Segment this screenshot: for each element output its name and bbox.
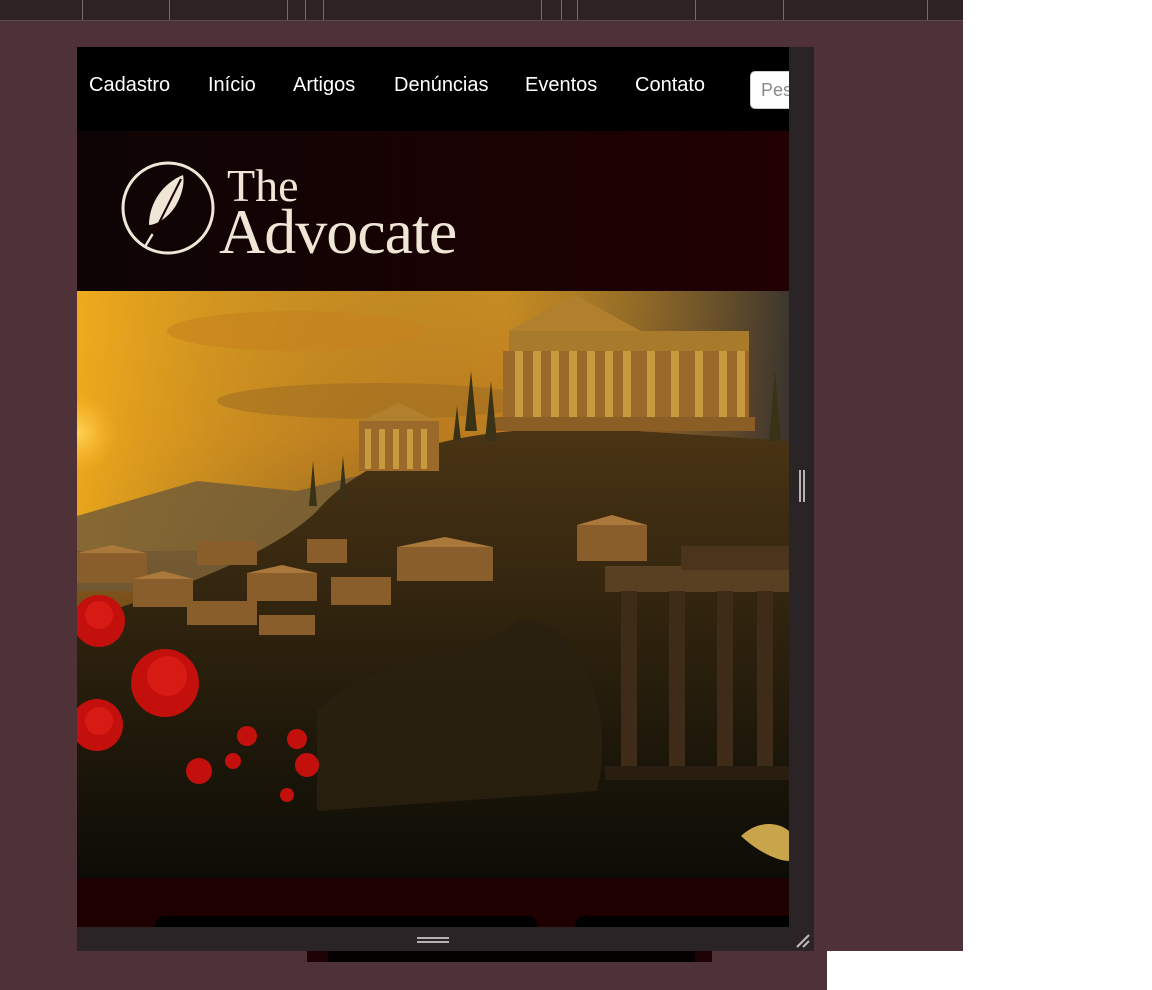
- hero-illustration: [77, 291, 789, 878]
- toolbar-divider: [927, 0, 928, 20]
- nav-link-denuncias[interactable]: Denúncias: [394, 73, 489, 97]
- toolbar-divider: [577, 0, 578, 20]
- site-viewport: Cadastro Início Artigos Denúncias Evento…: [77, 47, 789, 927]
- nav-link-eventos[interactable]: Eventos: [525, 73, 597, 97]
- toolbar-divider: [323, 0, 324, 20]
- nav-link-artigos[interactable]: Artigos: [293, 73, 355, 97]
- logo-text-advocate: Advocate: [219, 196, 457, 267]
- toolbar-divider: [169, 0, 170, 20]
- site-logo[interactable]: The Advocate: [119, 159, 519, 267]
- nav-link-cadastro[interactable]: Cadastro: [89, 73, 170, 97]
- nav-link-inicio[interactable]: Início: [208, 73, 256, 97]
- vertical-drag-handle[interactable]: [799, 470, 805, 502]
- top-toolbar-strip: [0, 0, 963, 21]
- feather-quill-icon: [121, 161, 215, 255]
- hero-image: [77, 291, 789, 878]
- search-input[interactable]: [750, 71, 789, 109]
- toolbar-divider: [695, 0, 696, 20]
- site-header: The Advocate: [77, 131, 789, 291]
- toolbar-divider: [287, 0, 288, 20]
- toolbar-divider: [305, 0, 306, 20]
- nav-link-contato[interactable]: Contato: [635, 73, 705, 97]
- content-card: [155, 916, 537, 927]
- navbar: Cadastro Início Artigos Denúncias Evento…: [77, 47, 789, 131]
- resizable-preview-frame: Cadastro Início Artigos Denúncias Evento…: [77, 47, 814, 951]
- toolbar-divider: [561, 0, 562, 20]
- resize-corner-icon[interactable]: [793, 931, 811, 949]
- horizontal-drag-handle[interactable]: [417, 937, 449, 943]
- toolbar-divider: [783, 0, 784, 20]
- toolbar-divider: [82, 0, 83, 20]
- toolbar-divider: [541, 0, 542, 20]
- content-card: [575, 916, 789, 927]
